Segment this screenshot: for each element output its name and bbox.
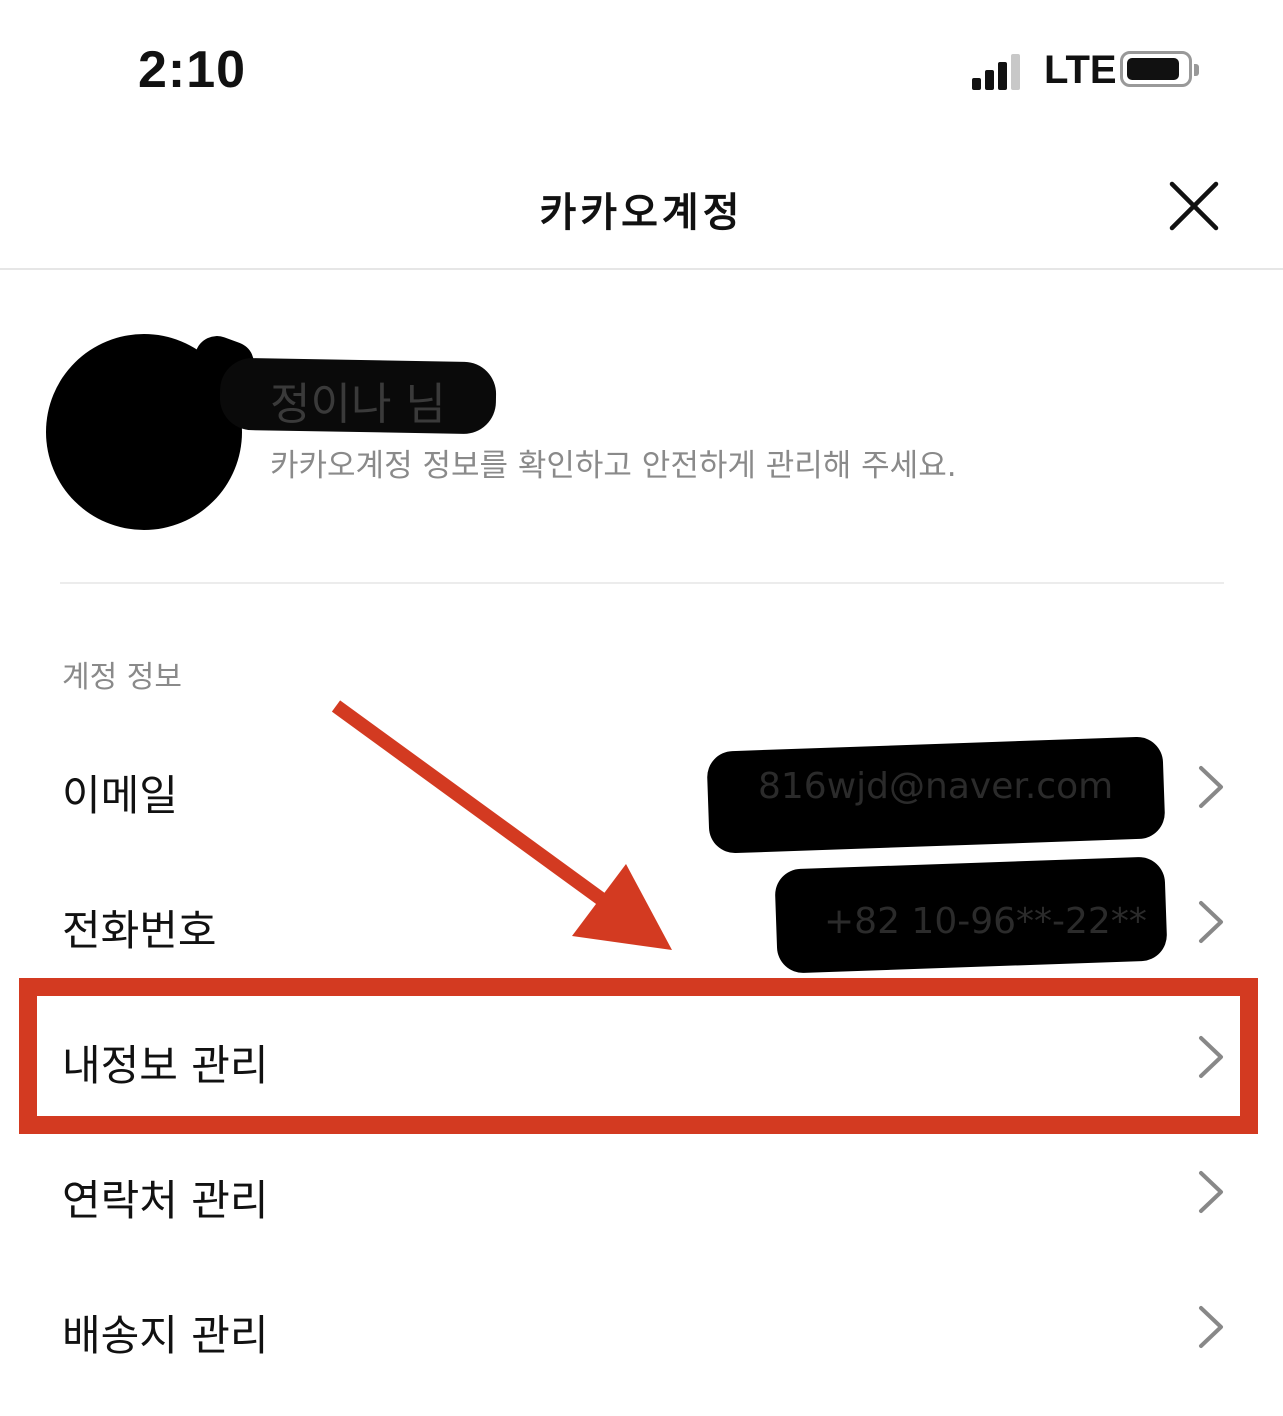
contacts-label: 연락처 관리 <box>62 1176 269 1225</box>
phone-value: +82 10-96**-22** <box>824 901 1147 942</box>
email-label: 이메일 <box>62 771 178 820</box>
close-icon <box>1169 181 1219 231</box>
shipping-address-label: 배송지 관리 <box>62 1311 269 1360</box>
profile-section: 정이나 님 카카오계정 정보를 확인하고 안전하게 관리해 주세요. <box>0 272 1283 572</box>
contacts-row[interactable]: 연락처 관리 <box>0 1127 1283 1262</box>
chevron-right-icon <box>1199 766 1223 808</box>
chevron-right-icon <box>1199 1171 1223 1213</box>
email-row[interactable]: 이메일 816wjd@naver.com <box>0 722 1283 857</box>
section-label: 계정 정보 <box>62 660 182 695</box>
profile-name: 정이나 님 <box>270 379 446 430</box>
close-button[interactable] <box>1168 180 1220 232</box>
divider <box>60 582 1224 584</box>
page-title: 카카오계정 <box>539 190 744 236</box>
profile-subtitle: 카카오계정 정보를 확인하고 안전하게 관리해 주세요. <box>270 448 957 484</box>
shipping-address-row[interactable]: 배송지 관리 <box>0 1262 1283 1397</box>
highlight-box <box>19 978 1258 1134</box>
status-time: 2:10 <box>138 41 247 99</box>
signal-strength-icon <box>972 52 1020 90</box>
chevron-right-icon <box>1199 1306 1223 1348</box>
email-value: 816wjd@naver.com <box>758 766 1114 807</box>
status-bar: 2:10 LTE <box>0 0 1283 140</box>
phone-row[interactable]: 전화번호 +82 10-96**-22** <box>0 856 1283 992</box>
header: 카카오계정 <box>0 140 1283 270</box>
battery-icon <box>1120 51 1199 87</box>
phone-label: 전화번호 <box>62 906 217 955</box>
network-type: LTE <box>1044 48 1117 92</box>
chevron-right-icon <box>1199 901 1223 943</box>
